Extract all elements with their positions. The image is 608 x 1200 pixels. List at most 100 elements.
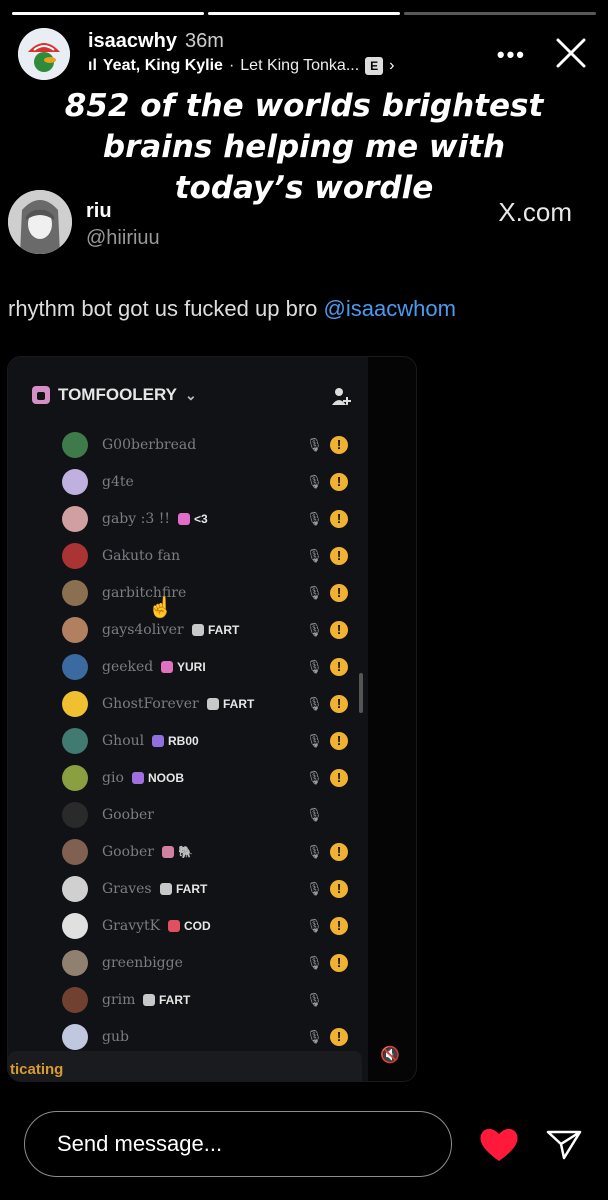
role-label: FART <box>176 882 208 896</box>
story-user-line: isaacwhy 36m <box>88 30 224 53</box>
message-composer <box>24 1111 452 1177</box>
username[interactable]: isaacwhy <box>88 30 177 52</box>
send-message-input[interactable] <box>57 1128 417 1160</box>
story-caption: 852 of the worlds brightest brains helpi… <box>0 86 608 209</box>
chevron-right-icon: › <box>389 57 395 74</box>
member-name: Goober <box>102 807 154 823</box>
muted-mic-icon: 🎙 <box>306 918 323 933</box>
music-bars-icon: ıl <box>88 57 97 74</box>
muted-mic-icon: 🎙 <box>306 733 323 748</box>
member-row[interactable]: G00berbread 🎙! <box>8 427 368 463</box>
close-icon[interactable] <box>552 34 590 72</box>
warning-icon: ! <box>330 621 348 639</box>
muted-mic-icon: 🎙 <box>306 955 323 970</box>
role-label: 🐘 <box>178 845 193 859</box>
x-logo-text: X.com <box>498 197 572 227</box>
role-icon <box>178 513 190 525</box>
member-avatar <box>62 432 88 458</box>
role-icon <box>152 735 164 747</box>
tweet-author-handle: @hiiriuu <box>86 227 160 249</box>
member-avatar <box>62 506 88 532</box>
role-label: FART <box>223 697 255 711</box>
member-list-panel: TOMFOOLERY ⌄ G00berbread 🎙! g4te 🎙! gaby :3 … <box>8 357 368 1081</box>
member-avatar <box>62 580 88 606</box>
muted-mic-icon: 🎙 <box>306 992 323 1007</box>
role-icon <box>192 624 204 636</box>
member-avatar <box>62 691 88 717</box>
tweet-text: rhythm bot got us fucked up bro @isaacwh… <box>8 296 456 322</box>
member-role-tag: FART <box>143 993 190 1007</box>
member-role-tag: COD <box>168 919 211 933</box>
role-label: FART <box>208 623 240 637</box>
member-row[interactable]: Gakuto fan 🎙! <box>8 538 368 574</box>
muted-mic-icon: 🎙 <box>306 770 323 785</box>
user-avatar[interactable] <box>18 28 70 80</box>
member-avatar <box>62 728 88 754</box>
member-avatar <box>62 469 88 495</box>
member-row[interactable]: geeked YURI 🎙! <box>8 649 368 685</box>
member-row[interactable]: grim FART 🎙 <box>8 982 368 1018</box>
member-name: G00berbread <box>102 437 197 453</box>
scrollbar-thumb[interactable] <box>359 673 363 713</box>
story-progress <box>12 12 596 15</box>
role-icon <box>161 661 173 673</box>
member-row[interactable]: greenbigge 🎙! <box>8 945 368 981</box>
member-row[interactable]: gays4oliver FART 🎙! <box>8 612 368 648</box>
warning-icon: ! <box>330 473 348 491</box>
member-name: g4te <box>102 474 134 490</box>
muted-speaker-icon: 🔇 <box>380 1047 400 1064</box>
music-info[interactable]: ıl Yeat, King Kylie · Let King Tonka... … <box>88 57 395 75</box>
member-row[interactable]: Goober 🐘 🎙! <box>8 834 368 870</box>
explicit-badge: E <box>365 57 384 75</box>
send-icon[interactable] <box>544 1124 584 1164</box>
muted-mic-icon: 🎙 <box>306 881 323 896</box>
warning-icon: ! <box>330 658 348 676</box>
tweet-avatar-image <box>8 190 72 254</box>
like-heart-icon[interactable] <box>478 1124 520 1164</box>
member-avatar <box>62 654 88 680</box>
member-row[interactable]: Ghoul RB00 🎙! <box>8 723 368 759</box>
role-icon <box>168 920 180 932</box>
muted-mic-icon: 🎙 <box>306 1029 323 1044</box>
song-title: Let King Tonka... <box>240 57 360 74</box>
tweet-avatar <box>8 190 72 254</box>
warning-icon: ! <box>330 954 348 972</box>
muted-mic-icon: 🎙 <box>306 585 323 600</box>
member-row[interactable]: Goober 🎙 <box>8 797 368 833</box>
warning-icon: ! <box>330 732 348 750</box>
role-icon <box>132 772 144 784</box>
muted-mic-icon: 🎙 <box>306 548 323 563</box>
member-name: garbitchfire <box>102 585 187 601</box>
member-row[interactable]: Graves FART 🎙! <box>8 871 368 907</box>
more-options-button[interactable]: ••• <box>497 42 526 68</box>
chevron-down-icon: ⌄ <box>185 386 197 403</box>
member-row[interactable]: g4te 🎙! <box>8 464 368 500</box>
member-avatar <box>62 987 88 1013</box>
add-member-icon[interactable] <box>330 385 352 407</box>
member-avatar <box>62 950 88 976</box>
server-header[interactable]: TOMFOOLERY ⌄ <box>32 385 197 405</box>
member-avatar <box>62 876 88 902</box>
muted-mic-icon: 🎙 <box>306 807 323 822</box>
member-name: gio <box>102 770 124 786</box>
role-label: COD <box>184 919 211 933</box>
muted-mic-icon: 🎙 <box>306 659 323 674</box>
member-row[interactable]: gub 🎙! <box>8 1019 368 1055</box>
member-name: Gakuto fan <box>102 548 181 564</box>
progress-segment-current <box>404 12 596 15</box>
tweet-mention[interactable]: @isaacwhom <box>324 296 456 321</box>
member-row[interactable]: gaby :3 !! <3 🎙! <box>8 501 368 537</box>
member-row[interactable]: GravytK COD 🎙! <box>8 908 368 944</box>
member-row[interactable]: GhostForever FART 🎙! <box>8 686 368 722</box>
member-role-tag: 🐘 <box>162 845 193 859</box>
member-avatar <box>62 1024 88 1050</box>
member-name: GravytK <box>102 918 161 934</box>
member-row[interactable]: gio NOOB 🎙! <box>8 760 368 796</box>
member-row[interactable]: garbitchfire 🎙! <box>8 575 368 611</box>
avatar-image <box>18 28 70 80</box>
member-name: GhostForever <box>102 696 199 712</box>
member-avatar <box>62 543 88 569</box>
caption-line: 852 of the worlds brightest <box>64 88 544 124</box>
muted-mic-icon: 🎙 <box>306 844 323 859</box>
tweet-body: rhythm bot got us fucked up bro <box>8 296 324 321</box>
